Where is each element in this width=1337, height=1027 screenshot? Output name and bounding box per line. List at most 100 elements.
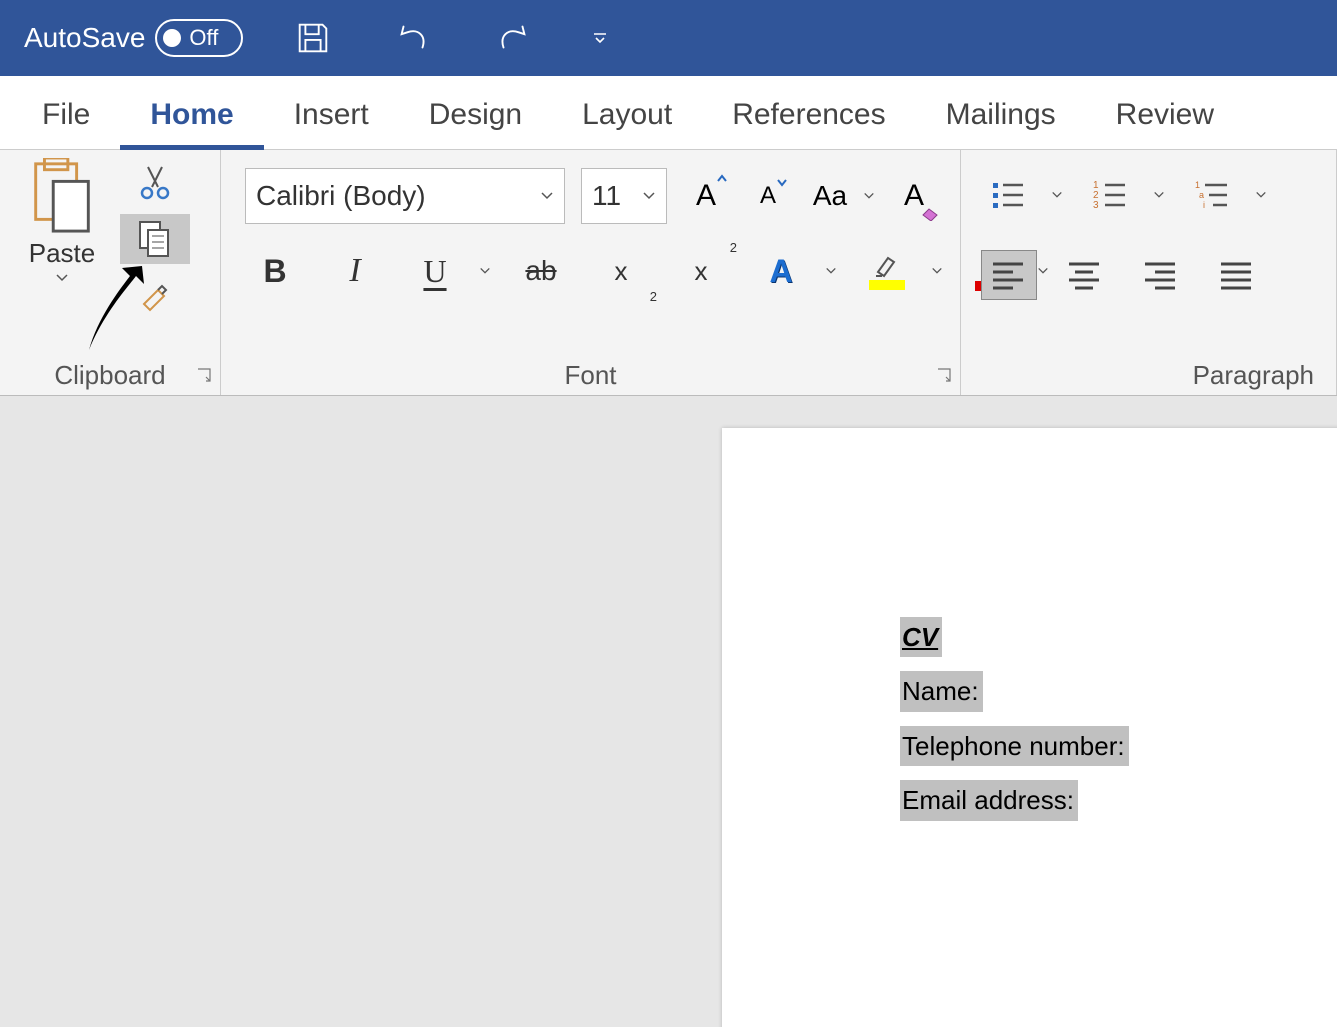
redo-button[interactable] bbox=[483, 8, 543, 68]
font-dialog-launcher[interactable] bbox=[936, 367, 954, 385]
chevron-down-icon bbox=[1153, 190, 1165, 200]
chevron-down-icon bbox=[55, 273, 69, 283]
autosave-toggle-container: AutoSave Off bbox=[24, 19, 243, 57]
bullets-button[interactable] bbox=[981, 170, 1037, 220]
tab-references[interactable]: References bbox=[702, 76, 915, 150]
clipboard-group-label: Clipboard bbox=[12, 356, 208, 393]
toggle-knob-icon bbox=[163, 29, 181, 47]
tab-home[interactable]: Home bbox=[120, 76, 263, 150]
autosave-state: Off bbox=[189, 25, 218, 51]
tab-insert[interactable]: Insert bbox=[264, 76, 399, 150]
multilevel-list-button[interactable]: 1 a i bbox=[1185, 170, 1241, 220]
shrink-font-button[interactable]: A bbox=[745, 173, 791, 219]
justify-icon bbox=[1219, 259, 1255, 291]
copy-icon bbox=[138, 220, 172, 258]
font-size-value: 11 bbox=[592, 180, 642, 212]
chevron-down-icon bbox=[825, 266, 837, 276]
highlight-color-swatch bbox=[869, 280, 905, 290]
numbering-icon: 1 2 3 bbox=[1093, 179, 1129, 211]
font-group-label: Font bbox=[245, 356, 936, 393]
svg-text:3: 3 bbox=[1093, 200, 1099, 211]
highlight-dropdown[interactable] bbox=[931, 266, 943, 276]
doc-email-line[interactable]: Email address: bbox=[900, 780, 1078, 820]
strikethrough-button[interactable]: ab bbox=[511, 244, 571, 298]
format-painter-icon bbox=[138, 278, 172, 312]
doc-phone-line[interactable]: Telephone number: bbox=[900, 726, 1129, 766]
eraser-icon bbox=[921, 207, 939, 221]
caret-down-icon bbox=[776, 178, 788, 188]
multilevel-icon: 1 a i bbox=[1195, 179, 1231, 211]
align-center-button[interactable] bbox=[1057, 250, 1113, 300]
document-workspace: CV Name: Telephone number: Email address… bbox=[0, 396, 1337, 1027]
tab-mailings[interactable]: Mailings bbox=[916, 76, 1086, 150]
underline-button[interactable]: U bbox=[405, 244, 465, 298]
align-right-button[interactable] bbox=[1133, 250, 1189, 300]
superscript-button[interactable]: x 2 bbox=[671, 244, 731, 298]
chevron-down-icon bbox=[479, 266, 491, 276]
bullets-icon bbox=[991, 179, 1027, 211]
cut-button[interactable] bbox=[120, 158, 190, 208]
font-name-selector[interactable]: Calibri (Body) bbox=[245, 168, 565, 224]
tab-file[interactable]: File bbox=[12, 76, 120, 150]
clipboard-dialog-launcher[interactable] bbox=[196, 367, 214, 385]
bullets-dropdown[interactable] bbox=[1051, 190, 1063, 200]
document-page[interactable]: CV Name: Telephone number: Email address… bbox=[722, 428, 1337, 1027]
paragraph-group: 1 2 3 1 a i bbox=[961, 150, 1337, 395]
paragraph-group-label: Paragraph bbox=[981, 356, 1324, 393]
chevron-down-icon bbox=[540, 191, 554, 201]
undo-button[interactable] bbox=[383, 8, 443, 68]
doc-title[interactable]: CV bbox=[900, 617, 942, 657]
multilevel-dropdown[interactable] bbox=[1255, 190, 1267, 200]
grow-font-button[interactable]: A bbox=[683, 173, 729, 219]
change-case-button[interactable]: Aa bbox=[807, 173, 853, 219]
text-effects-icon: A bbox=[769, 253, 792, 290]
underline-dropdown[interactable] bbox=[479, 266, 491, 276]
clear-formatting-button[interactable]: A bbox=[891, 173, 937, 219]
numbering-dropdown[interactable] bbox=[1153, 190, 1165, 200]
caret-up-icon bbox=[716, 173, 728, 183]
text-effects-dropdown[interactable] bbox=[825, 266, 837, 276]
doc-name-line[interactable]: Name: bbox=[900, 671, 983, 711]
svg-text:1: 1 bbox=[1195, 180, 1200, 190]
chevron-down-icon bbox=[1051, 190, 1063, 200]
paste-label: Paste bbox=[29, 238, 96, 269]
align-right-icon bbox=[1143, 259, 1179, 291]
scissors-icon bbox=[140, 165, 170, 201]
align-left-icon bbox=[991, 259, 1027, 291]
italic-button[interactable]: I bbox=[325, 244, 385, 298]
tab-layout[interactable]: Layout bbox=[552, 76, 702, 150]
tab-review[interactable]: Review bbox=[1086, 76, 1244, 150]
subscript-button[interactable]: x 2 bbox=[591, 244, 651, 298]
text-effects-button[interactable]: A bbox=[751, 244, 811, 298]
svg-text:a: a bbox=[1199, 190, 1204, 200]
chevron-down-icon bbox=[931, 266, 943, 276]
justify-button[interactable] bbox=[1209, 250, 1265, 300]
clipboard-group: Paste bbox=[0, 150, 221, 395]
save-button[interactable] bbox=[283, 8, 343, 68]
paste-icon bbox=[26, 158, 98, 234]
chevron-down-icon bbox=[863, 191, 875, 201]
svg-text:i: i bbox=[1203, 200, 1205, 210]
autosave-label: AutoSave bbox=[24, 22, 145, 54]
highlight-button[interactable] bbox=[857, 244, 917, 298]
highlight-icon bbox=[867, 252, 907, 290]
font-size-selector[interactable]: 11 bbox=[581, 168, 667, 224]
numbering-button[interactable]: 1 2 3 bbox=[1083, 170, 1139, 220]
change-case-dropdown[interactable] bbox=[863, 191, 875, 201]
qat-customize-dropdown[interactable] bbox=[585, 8, 615, 68]
tab-design[interactable]: Design bbox=[399, 76, 552, 150]
copy-button[interactable] bbox=[120, 214, 190, 264]
bold-button[interactable]: B bbox=[245, 244, 305, 298]
autosave-toggle[interactable]: Off bbox=[155, 19, 243, 57]
ribbon-tabs: File Home Insert Design Layout Reference… bbox=[0, 76, 1337, 150]
ribbon: Paste bbox=[0, 150, 1337, 396]
align-center-icon bbox=[1067, 259, 1103, 291]
align-left-button[interactable] bbox=[981, 250, 1037, 300]
font-name-value: Calibri (Body) bbox=[256, 180, 540, 212]
paste-button[interactable]: Paste bbox=[12, 158, 112, 283]
font-group: Calibri (Body) 11 A A bbox=[221, 150, 961, 395]
chevron-down-icon bbox=[642, 191, 656, 201]
title-bar: AutoSave Off bbox=[0, 0, 1337, 76]
format-painter-button[interactable] bbox=[120, 270, 190, 320]
chevron-down-icon bbox=[1255, 190, 1267, 200]
